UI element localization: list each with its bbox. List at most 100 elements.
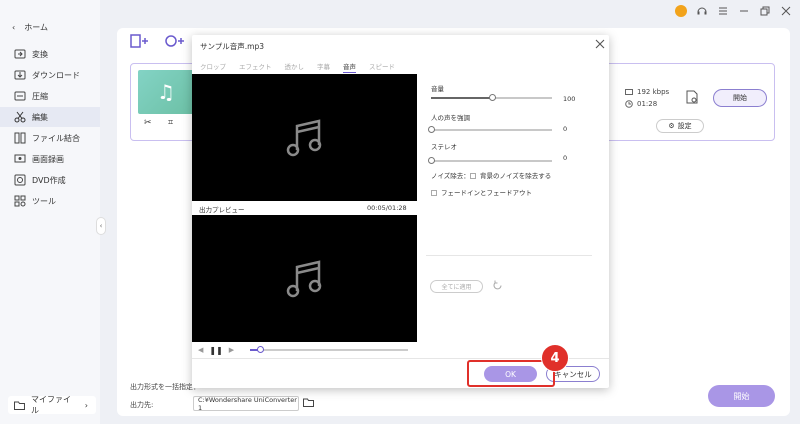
stereo-slider[interactable] — [428, 157, 552, 164]
apply-all-button[interactable]: 全てに適用 — [430, 280, 483, 293]
volume-slider-handle[interactable] — [488, 94, 496, 101]
tab-crop[interactable]: クロップ — [200, 61, 226, 73]
volume-label: 音量 — [431, 85, 444, 93]
output-preview — [192, 215, 417, 342]
settings-label: 設定 — [677, 122, 692, 130]
my-files-label: マイファイル — [30, 395, 71, 415]
merge-icon — [14, 132, 26, 144]
crop-icon[interactable]: ⌗ — [168, 118, 173, 128]
support-headset-icon[interactable] — [696, 5, 708, 17]
screen-record-icon — [14, 154, 26, 163]
fade-checkbox[interactable] — [431, 190, 437, 196]
convert-icon — [14, 49, 26, 59]
compress-icon — [14, 91, 26, 101]
apply-all-label: 全てに適用 — [441, 284, 472, 291]
open-folder-icon[interactable] — [303, 398, 314, 407]
vocal-enhance-slider[interactable] — [428, 126, 552, 133]
add-media-icon[interactable] — [164, 34, 186, 48]
tools-icon — [14, 195, 26, 207]
reset-icon[interactable] — [492, 280, 503, 291]
noise-removal-option-label: 背景のノイズを除去する — [480, 172, 552, 180]
music-note-icon: ♫ — [157, 80, 175, 104]
fade-option-label: フェードインとフェードアウト — [441, 189, 532, 197]
sidebar-item-label: ダウンロード — [32, 70, 80, 80]
chevron-right-icon: › — [84, 400, 88, 410]
start-all-button[interactable]: 開始 — [708, 385, 775, 407]
dialog-close-icon[interactable] — [595, 39, 605, 49]
vocal-slider-handle[interactable] — [428, 126, 435, 133]
output-preview-label: 出力プレビュー — [199, 206, 245, 214]
folder-icon — [14, 401, 25, 410]
preview-time: 00:05/01:28 — [367, 204, 407, 212]
playback-controls: ◀ ❚❚ ▶ — [194, 343, 419, 357]
sidebar-item-tools[interactable]: ツール — [0, 191, 100, 211]
menu-icon[interactable] — [717, 5, 729, 17]
fade-option[interactable]: フェードインとフェードアウト — [431, 187, 532, 197]
volume-slider[interactable] — [431, 94, 552, 101]
noise-removal-option[interactable]: 背景のノイズを除去する — [470, 170, 551, 180]
duration-value: 01:28 — [637, 100, 658, 108]
minimize-icon[interactable] — [738, 5, 750, 17]
dvd-icon — [14, 174, 26, 186]
settings-divider — [426, 255, 592, 256]
back-chevron-icon: ‹ — [12, 23, 16, 32]
user-avatar-icon[interactable] — [675, 5, 687, 17]
sidebar-item-label: DVD作成 — [32, 175, 66, 185]
sidebar-item-label: 画面録画 — [32, 154, 64, 164]
vocal-enhance-label: 人の声を強調 — [431, 114, 470, 122]
window-controls — [675, 5, 792, 17]
seek-bar-handle[interactable] — [256, 346, 264, 353]
collapse-sidebar-button[interactable]: ‹ — [96, 217, 106, 235]
tab-subtitle[interactable]: 字幕 — [317, 61, 330, 73]
noise-removal-checkbox[interactable] — [470, 173, 476, 179]
audio-thumbnail[interactable]: ♫ — [138, 70, 194, 114]
music-note-icon — [286, 118, 321, 156]
music-note-icon — [286, 259, 321, 297]
volume-slider-fill — [431, 97, 492, 99]
gear-icon: ⚙ — [668, 122, 675, 130]
sidebar-item-merge[interactable]: ファイル結合 — [0, 128, 100, 148]
output-format-label: 出力形式を一括指定： — [130, 383, 200, 391]
pause-icon[interactable]: ❚❚ — [209, 346, 222, 355]
volume-value: 100 — [563, 95, 576, 103]
stereo-value: 0 — [563, 154, 568, 162]
stereo-label: ステレオ — [431, 143, 457, 151]
tab-audio[interactable]: 音声 — [343, 61, 356, 73]
edit-scissors-icon — [14, 111, 26, 123]
file-start-button[interactable]: 開始 — [713, 89, 767, 107]
bitrate-icon — [625, 89, 633, 95]
sidebar-item-screen-record[interactable]: 画面録画 — [0, 149, 100, 169]
step-badge: 4 — [541, 344, 569, 372]
sidebar-item-label: ツール — [32, 196, 56, 206]
add-file-icon[interactable] — [130, 34, 152, 48]
previous-frame-icon[interactable]: ◀ — [198, 346, 203, 354]
start-all-label: 開始 — [733, 391, 750, 401]
output-dest-label: 出力先: — [130, 401, 154, 409]
sidebar-item-compress[interactable]: 圧縮 — [0, 86, 100, 106]
sidebar-item-dvd[interactable]: DVD作成 — [0, 170, 100, 190]
settings-button[interactable]: ⚙ 設定 — [656, 119, 704, 133]
home-label: ホーム — [24, 23, 48, 32]
trim-scissors-icon[interactable]: ✂ — [144, 118, 152, 128]
close-icon[interactable] — [780, 5, 792, 17]
clock-icon — [625, 100, 633, 108]
tab-watermark[interactable]: 透かし — [285, 61, 305, 73]
restore-icon[interactable] — [759, 5, 771, 17]
my-files-button[interactable]: マイファイル › — [8, 395, 96, 415]
step-number: 4 — [550, 350, 560, 366]
file-start-label: 開始 — [733, 94, 747, 102]
sidebar-item-label: 編集 — [32, 112, 48, 122]
home-link[interactable]: ‹ ホーム — [12, 22, 48, 33]
sidebar-item-label: 変換 — [32, 49, 48, 59]
sidebar-item-download[interactable]: ダウンロード — [0, 65, 100, 85]
tab-speed[interactable]: スピード — [369, 61, 395, 73]
output-path-select[interactable]: C:¥Wondershare UniConverter 1 — [193, 395, 299, 412]
output-path-value: C:¥Wondershare UniConverter 1 — [198, 395, 297, 412]
playback-seek-bar[interactable] — [250, 346, 409, 353]
stereo-slider-handle[interactable] — [428, 157, 435, 164]
output-settings-file-icon[interactable] — [686, 90, 698, 104]
sidebar-item-edit[interactable]: 編集 — [0, 107, 100, 127]
sidebar-item-convert[interactable]: 変換 — [0, 44, 100, 64]
next-frame-icon[interactable]: ▶ — [229, 346, 234, 354]
tab-effect[interactable]: エフェクト — [239, 61, 272, 73]
